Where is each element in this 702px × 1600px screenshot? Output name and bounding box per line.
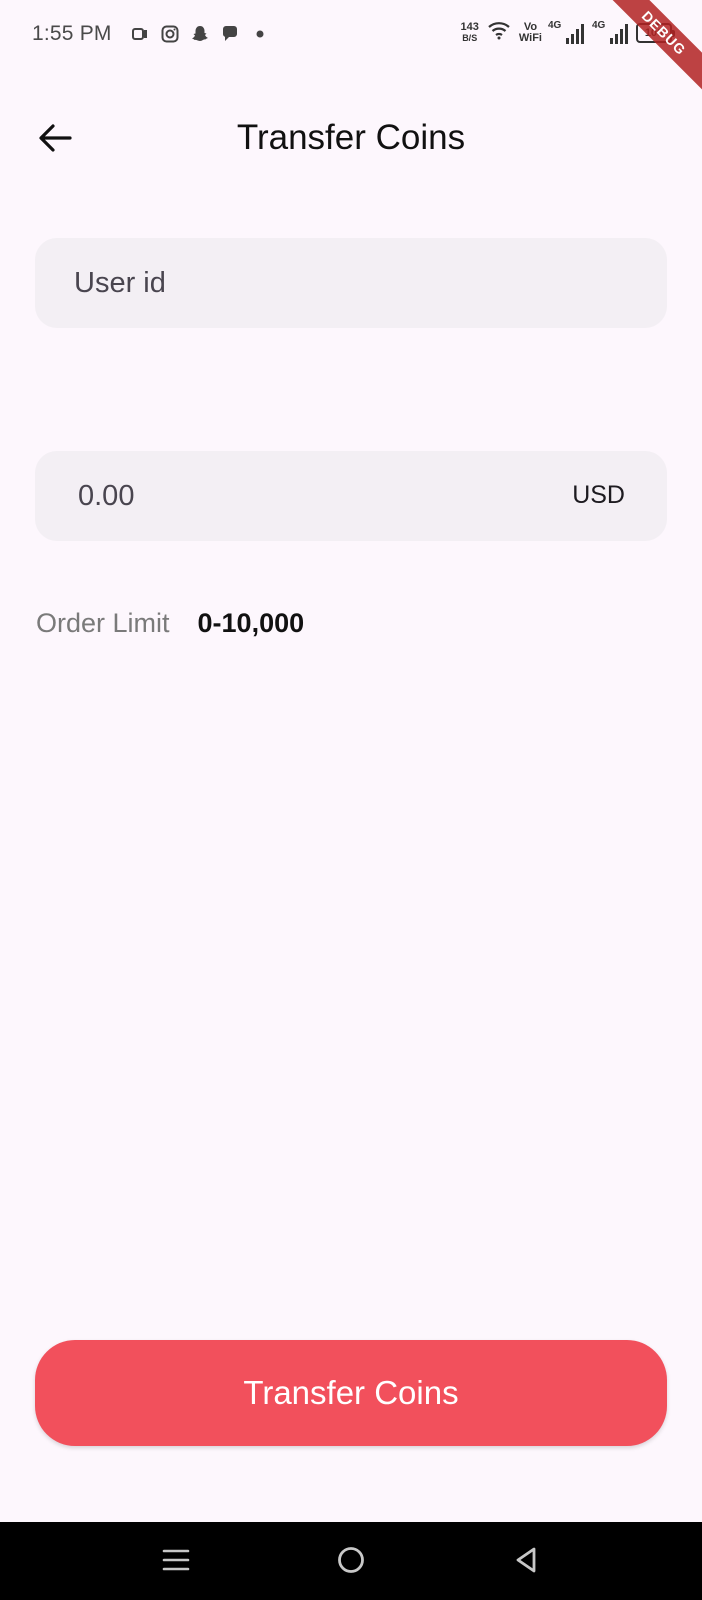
order-limit-value: 0-10,000 [197, 608, 305, 638]
chat-bubble-icon [220, 24, 240, 44]
user-id-field[interactable] [35, 238, 667, 328]
system-back-button[interactable] [502, 1540, 550, 1584]
vowifi-indicator: Vo WiFi [518, 20, 542, 44]
status-time: 1:55 PM [32, 22, 112, 45]
network-speed-value: 143 [460, 20, 479, 33]
notification-icons [130, 24, 270, 44]
menu-icon [162, 1546, 190, 1579]
network-speed-unit: B/S [462, 32, 478, 43]
wifi-icon [487, 20, 511, 45]
page-title: Transfer Coins [236, 118, 466, 157]
snapchat-icon [190, 24, 210, 44]
home-button[interactable] [327, 1540, 375, 1584]
transfer-coins-button[interactable]: Transfer Coins [35, 1340, 667, 1446]
sim1-signal-icon: 4G [548, 20, 584, 44]
sim2-network-type: 4G [592, 19, 606, 31]
order-limit-label: Order Limit [36, 608, 170, 638]
status-bar: 1:55 PM 143 B/S Vo WiFi 4G 4G [0, 0, 702, 70]
screen-record-icon [130, 24, 150, 44]
transfer-coins-screen: 1:55 PM 143 B/S Vo WiFi 4G 4G DEBUG Tran… [0, 0, 702, 1600]
sim2-signal-icon: 4G [592, 20, 628, 44]
order-limit: Order Limit 0-10,000 [36, 608, 304, 639]
dot-icon [250, 24, 270, 44]
system-navigation-bar [0, 1522, 702, 1600]
recents-button[interactable] [152, 1540, 200, 1584]
app-bar: Transfer Coins [0, 100, 702, 180]
network-speed: 143 B/S [460, 20, 479, 44]
user-id-input[interactable] [35, 238, 667, 328]
back-triangle-icon [513, 1546, 539, 1579]
amount-field[interactable]: USD [35, 451, 667, 541]
instagram-icon [160, 24, 180, 44]
vowifi-bottom: WiFi [518, 31, 542, 44]
sim1-network-type: 4G [548, 19, 562, 31]
amount-input[interactable] [35, 451, 515, 541]
vowifi-top: Vo [523, 20, 538, 33]
currency-label: USD [572, 481, 625, 509]
home-circle-icon [336, 1545, 366, 1580]
